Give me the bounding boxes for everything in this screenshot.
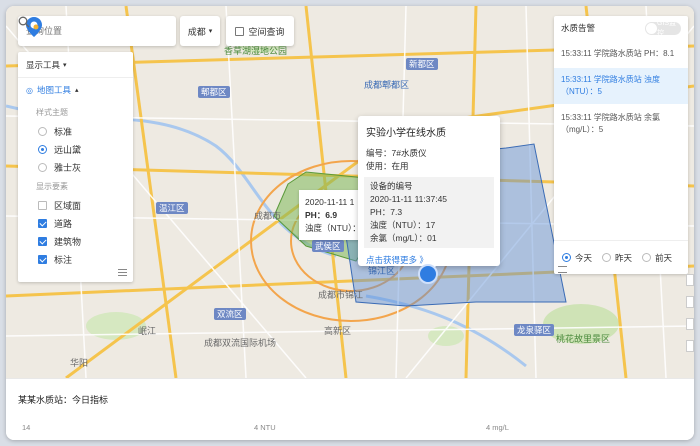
scroll-arrow-icon[interactable] bbox=[686, 296, 694, 308]
station-marker-icon[interactable] bbox=[418, 264, 438, 284]
element-option-label: 道路 bbox=[54, 218, 73, 229]
mini-time: 2020-11-11 1 bbox=[305, 197, 355, 207]
day-label: 前天 bbox=[655, 252, 673, 263]
style-option-label: 雅士灰 bbox=[54, 162, 82, 173]
metric-value: 4 mg/L bbox=[486, 423, 509, 432]
district-label: 温江区 bbox=[156, 202, 188, 214]
radio[interactable] bbox=[38, 126, 47, 136]
search-icon[interactable] bbox=[18, 16, 30, 28]
map-canvas[interactable]: 香草湖湿地公园 新都区 郫都区 成都郫都区 温江区 成都市 武侯区 成都市锦江 … bbox=[6, 6, 694, 378]
popup-detail-box: 设备的编号 2020-11-11 11:37:45 PH：7.3 浊度（NTU）… bbox=[364, 177, 494, 248]
popup-device-no: 编号：7#水质仪 bbox=[366, 148, 427, 158]
element-option-label: 区域面 bbox=[54, 200, 82, 211]
popup-time: 2020-11-11 11:37:45 bbox=[370, 194, 448, 204]
radio[interactable] bbox=[602, 253, 612, 262]
app-window: 香草湖湿地公园 新都区 郫都区 成都郫都区 温江区 成都市 武侯区 成都市锦江 … bbox=[6, 6, 694, 440]
popup-title: 实验小学在线水质 bbox=[366, 128, 446, 139]
daily-metrics-panel: 某某水质站：今日指标 14 4 NTU 4 mg/L bbox=[6, 378, 694, 440]
map-label: 成都市锦江 bbox=[318, 290, 364, 300]
element-option-label: 标注 bbox=[54, 254, 73, 265]
map-label: 成都双流国际机场 bbox=[204, 338, 277, 348]
square-icon bbox=[235, 26, 245, 36]
caret-up-icon: ▴ bbox=[75, 87, 79, 94]
element-option-label-toggle[interactable]: 标注 bbox=[18, 250, 133, 268]
checkbox[interactable] bbox=[38, 218, 47, 228]
popup-ph: PH：7.3 bbox=[370, 207, 403, 217]
collapse-icon[interactable] bbox=[118, 269, 127, 276]
map-label: 高新区 bbox=[324, 326, 352, 336]
station-mini-card[interactable]: 2020-11-11 1 PH：6.9 浊度（NTU）： bbox=[299, 190, 365, 240]
metric-value: 14 bbox=[22, 423, 31, 432]
alarm-title: 水质告警 bbox=[561, 23, 596, 33]
alarm-item[interactable]: 15:33:11 学院路水质站 浊度（NTU）：5 bbox=[554, 68, 688, 104]
display-tools-title: 显示工具 bbox=[26, 60, 61, 70]
gis-monitor-label: GIS监控 bbox=[657, 20, 677, 37]
popup-chlorine: 余氯（mg/L）：01 bbox=[370, 233, 437, 243]
style-option-yuanshandai[interactable]: 远山黛 bbox=[18, 140, 133, 158]
district-label: 武侯区 bbox=[312, 240, 344, 252]
map-label: 桃花故里景区 bbox=[556, 334, 611, 344]
radio[interactable] bbox=[562, 253, 571, 262]
day-label: 昨天 bbox=[615, 252, 633, 263]
gis-monitor-toggle[interactable]: GIS监控 bbox=[645, 20, 681, 37]
map-label: 成都郫都区 bbox=[364, 80, 410, 90]
alarm-header: 水质告警 GIS监控 bbox=[554, 16, 688, 40]
element-option-area[interactable]: 区域面 bbox=[18, 196, 133, 214]
district-label: 郫都区 bbox=[198, 86, 230, 98]
day-option-day-before[interactable]: 前天 bbox=[642, 252, 672, 264]
element-option-label: 建筑物 bbox=[54, 236, 82, 247]
caret-down-icon: ▾ bbox=[208, 28, 213, 35]
map-tools-toggle[interactable]: ◎ 地图工具 ▴ bbox=[18, 78, 133, 102]
popup-status: 使用：在用 bbox=[366, 161, 409, 171]
district-label: 双流区 bbox=[214, 308, 246, 320]
space-query-label: 空间查询 bbox=[248, 26, 285, 37]
pin-outline-icon: ◎ bbox=[26, 85, 33, 95]
district-label: 新都区 bbox=[406, 58, 438, 70]
alarm-item[interactable]: 15:33:11 学院路水质站 余氯（mg/L）：5 bbox=[554, 104, 688, 144]
checkbox[interactable] bbox=[38, 200, 47, 210]
daily-metrics-title: 某某水质站：今日指标 bbox=[18, 395, 109, 405]
day-selector: 今天 昨天 前天 bbox=[554, 240, 688, 274]
map-label: 华阳 bbox=[70, 358, 89, 368]
popup-turbidity: 浊度（NTU）：17 bbox=[370, 220, 436, 230]
caret-down-icon: ▾ bbox=[63, 62, 67, 69]
alarm-item[interactable]: 15:33:11 学院路水质站 PH：8.1 bbox=[554, 40, 688, 68]
style-option-standard[interactable]: 标准 bbox=[18, 122, 133, 140]
style-group-label: 样式主题 bbox=[36, 108, 68, 117]
district-label: 龙泉驿区 bbox=[514, 324, 555, 336]
water-alarm-panel: 水质告警 GIS监控 15:33:11 学院路水质站 PH：8.1 15:33:… bbox=[554, 16, 688, 274]
element-option-road[interactable]: 道路 bbox=[18, 214, 133, 232]
city-selector[interactable]: 成都 ▾ bbox=[180, 16, 220, 46]
space-query-button[interactable]: 空间查询 bbox=[226, 16, 294, 46]
display-tools-header[interactable]: 显示工具 ▾ bbox=[18, 52, 133, 78]
mini-turbidity: 浊度（NTU）： bbox=[305, 223, 361, 233]
radio[interactable] bbox=[38, 144, 47, 154]
day-option-yesterday[interactable]: 昨天 bbox=[602, 252, 632, 264]
element-group-label: 显示要素 bbox=[36, 182, 68, 191]
scroll-arrow-icon[interactable] bbox=[686, 318, 694, 330]
search-bar bbox=[18, 16, 176, 46]
scroll-arrow-icon[interactable] bbox=[686, 274, 694, 286]
metric-value: 4 NTU bbox=[254, 423, 276, 432]
checkbox[interactable] bbox=[38, 254, 47, 264]
checkbox[interactable] bbox=[38, 236, 47, 246]
style-option-label: 远山黛 bbox=[54, 144, 82, 155]
day-label: 今天 bbox=[575, 252, 593, 263]
city-label: 成都 bbox=[187, 26, 206, 37]
day-option-today[interactable]: 今天 bbox=[562, 252, 592, 264]
radio[interactable] bbox=[642, 253, 652, 262]
station-popup: 实验小学在线水质 编号：7#水质仪 使用：在用 设备的编号 2020-11-11… bbox=[358, 116, 500, 272]
scroll-arrow-icon[interactable] bbox=[686, 340, 694, 352]
mini-ph: PH：6.9 bbox=[305, 210, 338, 220]
map-label: 岷江 bbox=[138, 326, 157, 336]
map-label: 成都市 bbox=[254, 211, 282, 221]
radio[interactable] bbox=[38, 162, 47, 172]
popup-box-title: 设备的编号 bbox=[370, 181, 413, 191]
map-tools-label: 地图工具 bbox=[36, 85, 71, 95]
display-tools-panel: 显示工具 ▾ ◎ 地图工具 ▴ 样式主题 标准 远山黛 雅士灰 显示要素 区域面… bbox=[18, 52, 133, 282]
style-option-yashihui[interactable]: 雅士灰 bbox=[18, 158, 133, 176]
style-option-label: 标准 bbox=[54, 126, 73, 137]
element-option-building[interactable]: 建筑物 bbox=[18, 232, 133, 250]
